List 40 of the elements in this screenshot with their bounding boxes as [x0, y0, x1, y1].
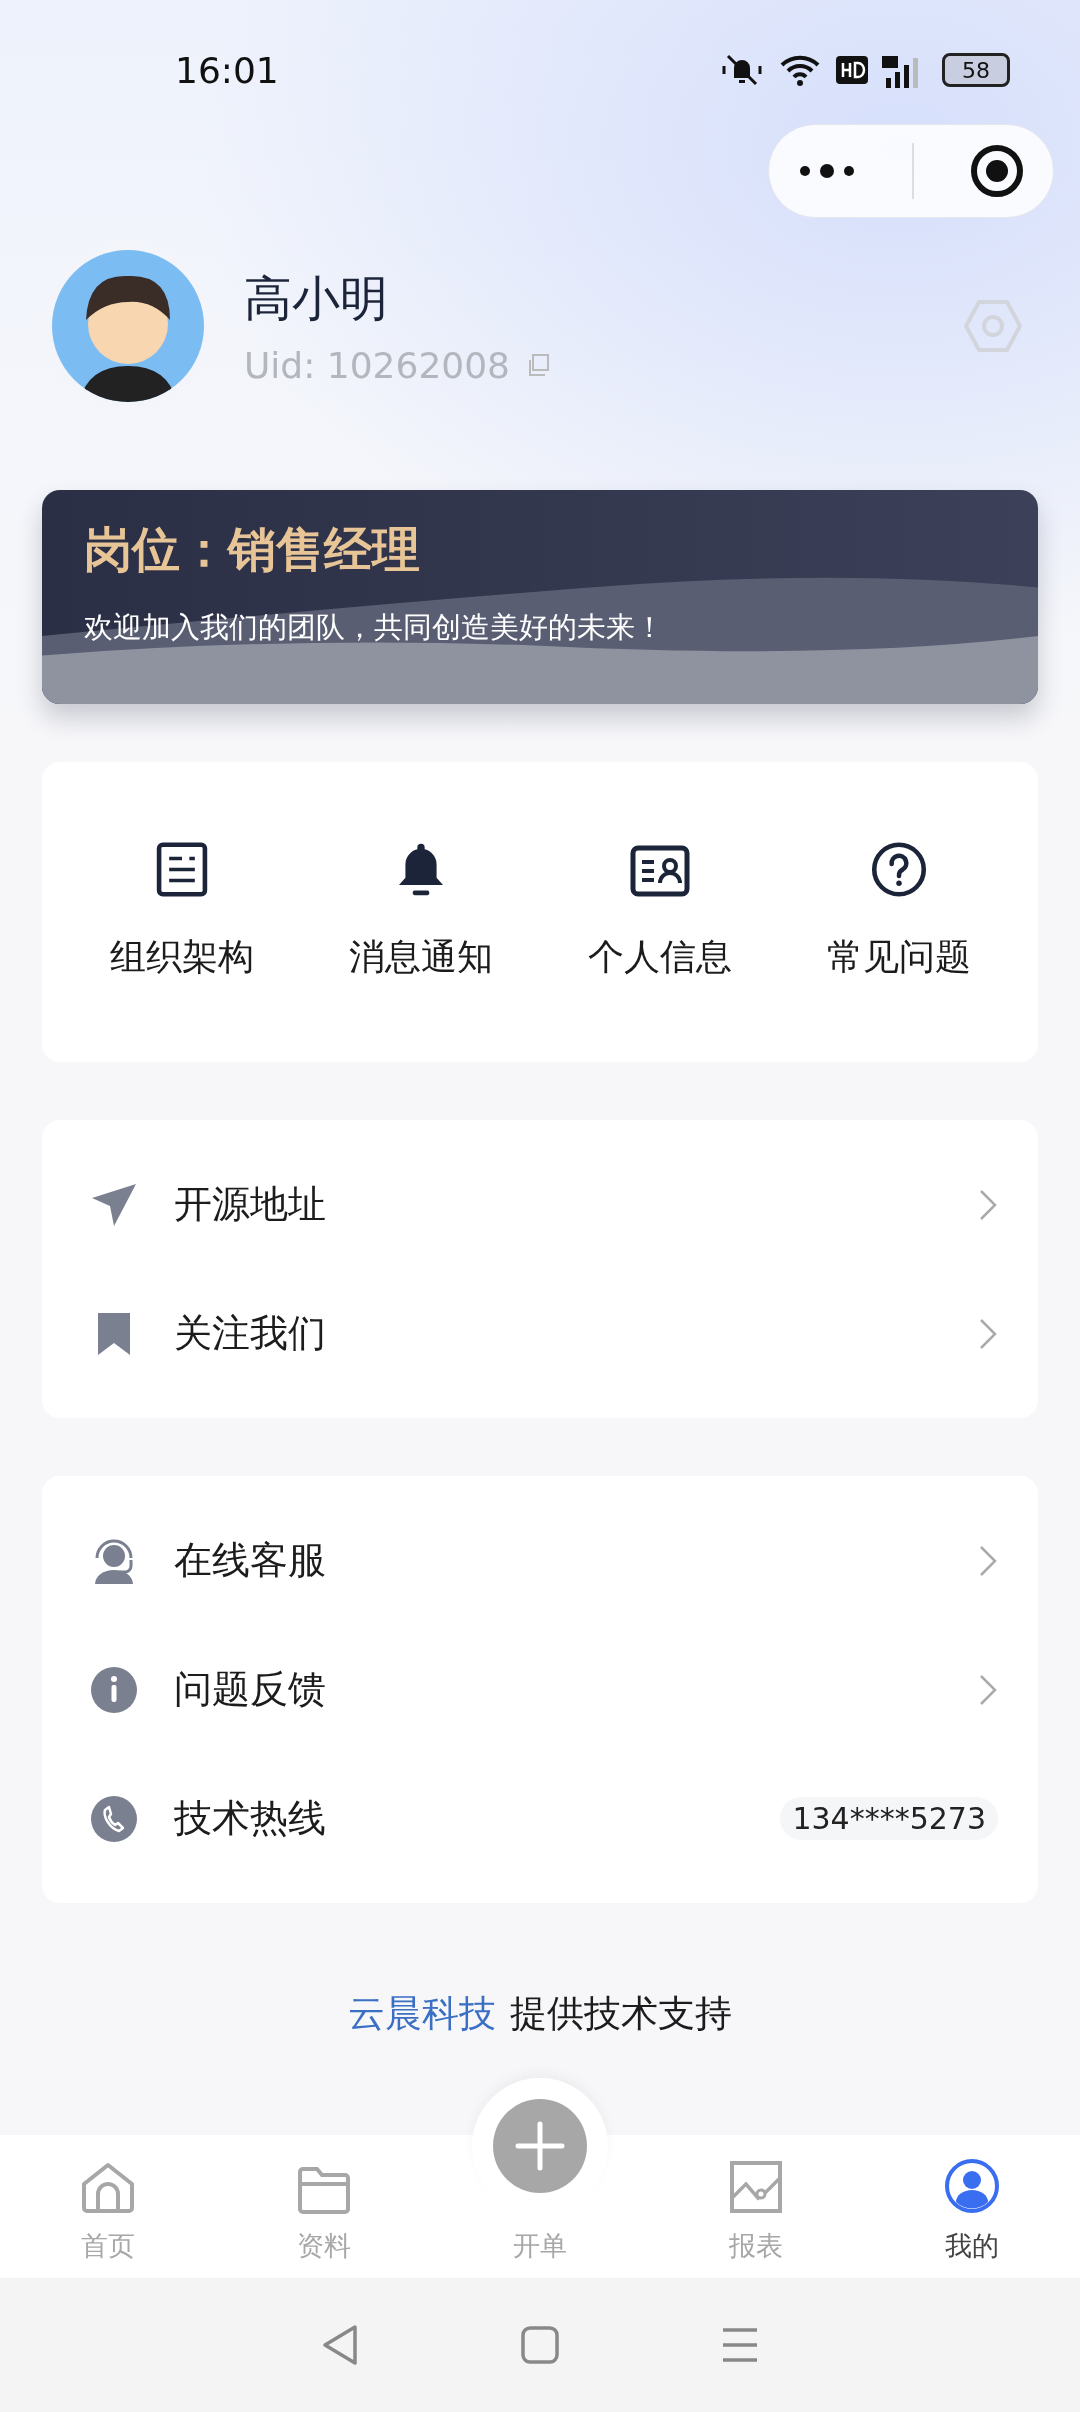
menu-item[interactable]: 开源地址 [42, 1140, 1038, 1269]
phone-icon [90, 1794, 138, 1843]
back-icon[interactable] [321, 2324, 359, 2366]
chevron-right-icon [978, 1316, 998, 1351]
hd-icon [836, 56, 868, 84]
position-title: 岗位：销售经理 [84, 520, 421, 579]
home-icon [80, 2162, 136, 2214]
home-button-icon[interactable] [521, 2326, 559, 2364]
welcome-text: 欢迎加入我们的团队，共同创造美好的未来！ [84, 609, 665, 646]
close-icon[interactable] [969, 143, 1026, 199]
chart-icon [729, 2160, 783, 2214]
chevron-right-icon [978, 1672, 998, 1707]
menu-item[interactable]: 问题反馈 [42, 1625, 1038, 1754]
menu-item[interactable]: 在线客服 [42, 1496, 1038, 1625]
tab-item[interactable]: 我的 [864, 2135, 1080, 2278]
shortcut-item[interactable]: 组织架构 [62, 842, 301, 982]
battery-icon: 58 [942, 53, 1010, 87]
muted-bell-icon [720, 52, 764, 88]
shortcut-item[interactable]: 消息通知 [301, 842, 540, 982]
support-text: 提供技术支持 [510, 1991, 732, 2037]
copy-icon[interactable] [526, 353, 550, 377]
folder-icon [297, 2166, 351, 2214]
company-link[interactable]: 云晨科技 [348, 1989, 496, 2039]
paper-plane-icon [90, 1181, 138, 1228]
chevron-right-icon [978, 1543, 998, 1578]
user-id: Uid: 10262008 [244, 344, 510, 386]
phone-number: 134****5273 [780, 1797, 998, 1840]
status-time: 16:01 [175, 49, 279, 91]
info-icon [90, 1665, 138, 1714]
shortcut-item[interactable]: 常见问题 [779, 842, 1018, 982]
user-icon [944, 2158, 1000, 2214]
id-card-icon [629, 845, 690, 897]
chevron-right-icon [978, 1187, 998, 1222]
user-name: 高小明 [244, 268, 389, 328]
menu-item[interactable]: 关注我们 [42, 1269, 1038, 1398]
wifi-icon [778, 53, 822, 87]
shortcut-item[interactable]: 个人信息 [540, 842, 779, 982]
add-icon [493, 2099, 587, 2193]
menu-item[interactable]: 技术热线 134****5273 [42, 1754, 1038, 1883]
recents-icon[interactable] [721, 2327, 759, 2363]
